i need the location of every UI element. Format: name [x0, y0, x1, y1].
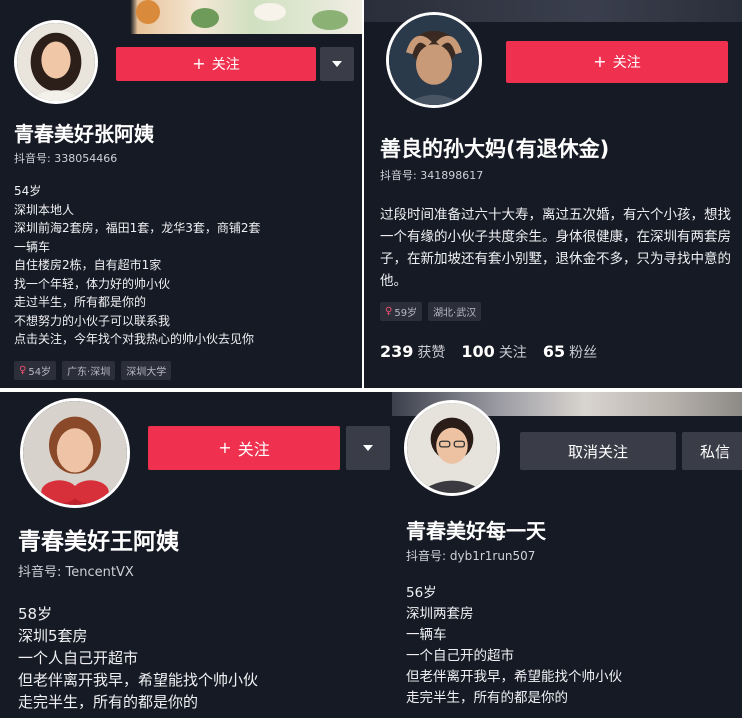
avatar-image: [389, 15, 479, 105]
douyin-id: 抖音号: 341898617: [380, 169, 484, 182]
avatar-image: [17, 23, 95, 101]
profile-panel-zhang: + 关注 青春美好张阿姨 抖音号: 338054466 54岁 深圳本地人 深圳…: [0, 0, 362, 388]
profile-name: 善良的孙大妈(有退休金): [380, 137, 610, 161]
following-stat[interactable]: 100 关注: [461, 342, 526, 362]
plus-icon: +: [218, 438, 232, 457]
stat-label: 关注: [498, 345, 527, 361]
follow-button[interactable]: + 关注: [116, 47, 316, 81]
bio-line: 自住楼房2栋，自有超市1家: [14, 258, 162, 272]
female-icon: ♀: [385, 306, 393, 317]
follow-button[interactable]: + 关注: [506, 41, 728, 83]
location-tag: 广东·深圳: [62, 361, 116, 380]
douyin-id: 抖音号: TencentVX: [18, 565, 134, 580]
profile-name: 青春美好每一天: [406, 519, 546, 543]
plus-icon: +: [593, 52, 607, 71]
bio: 过段时间准备过六十大寿，离过五次婚，有六个小孩，想找一个有缘的小伙子共度余生。身…: [380, 207, 731, 289]
bio-line: 但老伴离开我早，希望能找个帅小伙: [18, 671, 259, 689]
bio-line: 走完半生，所有的都是你的: [406, 690, 568, 706]
profile-panel-wang: + 关注 青春美好王阿姨 抖音号: TencentVX 58岁 深圳5套房 一个…: [0, 392, 392, 718]
bio-line: 找一个年轻，体力好的帅小伙: [14, 276, 171, 291]
plus-icon: +: [192, 54, 206, 73]
avatar-image: [407, 403, 497, 493]
bio-line: 深圳前海2套房，福田1套，龙华3套，商铺2套: [14, 221, 261, 235]
bio-line: 走过半生，所有都是你的: [14, 295, 147, 309]
bio-line: 一辆车: [14, 239, 51, 254]
message-button[interactable]: 私信: [682, 432, 742, 470]
more-options-button[interactable]: [346, 426, 390, 470]
unfollow-button[interactable]: 取消关注: [520, 432, 676, 470]
tag-text: 59岁: [394, 308, 418, 319]
bio-line: 不想努力的小伙子可以联系我: [14, 313, 171, 328]
profile-name: 青春美好王阿姨: [18, 529, 179, 555]
likes-stat[interactable]: 239 获赞: [380, 342, 445, 362]
follow-label: 关注: [612, 55, 641, 71]
profile-stats: 239 获赞 100 关注 65 粉丝: [380, 342, 597, 362]
bio-line: 一辆车: [406, 627, 447, 643]
stat-value: 100: [461, 342, 495, 361]
followers-stat[interactable]: 65 粉丝: [543, 342, 597, 362]
bio: 58岁 深圳5套房 一个人自己开超市 但老伴离开我早，希望能找个帅小伙 走完半生…: [18, 603, 258, 713]
follow-button[interactable]: + 关注: [148, 426, 340, 470]
bio-line: 深圳5套房: [18, 627, 88, 645]
bio-line: 54岁: [14, 184, 42, 198]
stat-value: 65: [542, 342, 566, 361]
profile-name: 青春美好张阿姨: [14, 122, 154, 146]
age-tag: ♀ 54岁: [14, 361, 57, 380]
profile-panel-sun: + 关注 善良的孙大妈(有退休金) 抖音号: 341898617 过段时间准备过…: [364, 0, 742, 388]
bio-line: 深圳本地人: [14, 202, 75, 217]
stat-label: 获赞: [417, 345, 446, 361]
chevron-down-icon: [363, 445, 373, 451]
more-options-button[interactable]: [320, 47, 354, 81]
bio-line: 深圳两套房: [406, 606, 474, 622]
profile-tags: ♀ 54岁 广东·深圳 深圳大学: [14, 361, 172, 380]
profile-tags: ♀ 59岁 湖北·武汉: [380, 302, 482, 321]
stat-label: 粉丝: [569, 345, 598, 361]
stat-value: 239: [380, 342, 414, 361]
avatar[interactable]: [386, 12, 482, 108]
avatar-image: [23, 401, 127, 505]
avatar[interactable]: [14, 20, 98, 104]
tag-text: 54岁: [28, 367, 52, 378]
bio-line: 走完半生，所有的都是你的: [18, 693, 199, 711]
avatar[interactable]: [20, 398, 130, 508]
female-icon: ♀: [19, 365, 27, 376]
bio: 54岁 深圳本地人 深圳前海2套房，福田1套，龙华3套，商铺2套 一辆车 自住楼…: [14, 182, 261, 349]
bio-line: 一个人自己开超市: [18, 649, 139, 667]
profile-panel-meiyitian: 取消关注 私信 青春美好每一天 抖音号: dyb1r1run507 56岁 深圳…: [392, 392, 742, 718]
douyin-id: 抖音号: 338054466: [14, 152, 118, 165]
bio-line: 56岁: [406, 585, 437, 601]
bio-line: 点击关注，今年找个对我热心的帅小伙去见你: [14, 332, 255, 346]
douyin-id: 抖音号: dyb1r1run507: [406, 549, 536, 563]
follow-label: 关注: [237, 440, 270, 459]
bio-line: 但老伴离开我早，希望能找个帅小伙: [406, 669, 622, 685]
chevron-down-icon: [332, 61, 342, 67]
bio-line: 58岁: [18, 605, 53, 623]
avatar[interactable]: [404, 400, 500, 496]
bio: 56岁 深圳两套房 一辆车 一个自己开的超市 但老伴离开我早，希望能找个帅小伙 …: [406, 583, 622, 709]
age-tag: ♀ 59岁: [380, 302, 423, 321]
follow-label: 关注: [211, 57, 240, 73]
school-tag: 深圳大学: [121, 361, 172, 380]
bio-line: 一个自己开的超市: [406, 648, 514, 664]
location-tag: 湖北·武汉: [428, 302, 482, 321]
